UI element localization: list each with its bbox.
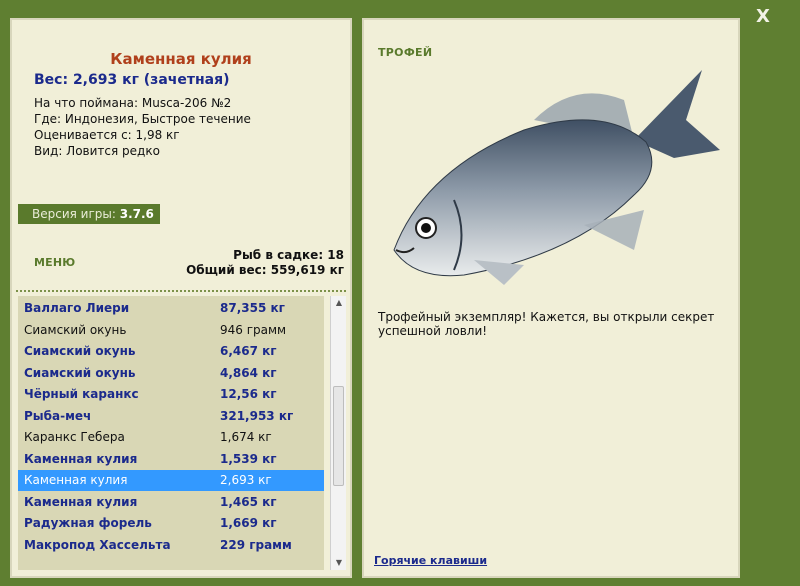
menu-button[interactable]: МЕНЮ: [34, 256, 75, 269]
catch-item-name: Каранкс Гебера: [24, 430, 125, 444]
catch-item-name: Сиамский окунь: [24, 365, 136, 380]
catch-item-weight: 12,56 кг: [220, 387, 277, 401]
catch-item-name: Сиамский окунь: [24, 344, 136, 358]
catch-item-weight: 1,465 кг: [220, 494, 277, 509]
catch-item-name: Валлаго Лиери: [24, 301, 130, 315]
catch-list-item[interactable]: Радужная форель 1,669 кг: [18, 513, 324, 534]
keep-stats: Рыб в садке: 18 Общий вес: 559,619 кг: [186, 248, 344, 278]
version-label: Версия игры:: [32, 207, 116, 221]
location-info: Где: Индонезия, Быстрое течение: [34, 112, 251, 126]
catch-item-name: Сиамский окунь: [24, 322, 127, 337]
fish-info-panel: Каменная кулия Вес: 2,693 кг (зачетная) …: [10, 18, 352, 578]
catch-item-weight: 946 грамм: [220, 322, 287, 337]
caught-on-info: На что поймана: Musca-206 №2: [34, 96, 232, 110]
divider: [16, 290, 346, 292]
catch-list-item[interactable]: Сиамский окунь 6,467 кг: [18, 341, 324, 362]
catch-item-weight: 229 грамм: [220, 537, 292, 552]
catch-list-item[interactable]: Сиамский окунь 946 грамм: [18, 320, 324, 341]
catch-item-name: Чёрный каранкс: [24, 387, 139, 401]
catch-item-weight: 1,674 кг: [220, 430, 272, 444]
catch-list-item[interactable]: Сиамский окунь 4,864 кг: [18, 363, 324, 384]
catch-item-weight: 321,953 кг: [220, 408, 294, 423]
scroll-up-icon[interactable]: ▲: [331, 296, 347, 310]
scroll-thumb[interactable]: [333, 386, 344, 486]
rarity-info: Вид: Ловится редко: [34, 144, 160, 158]
catch-item-weight: 6,467 кг: [220, 344, 277, 358]
catch-list-scrollbar[interactable]: ▲ ▼: [330, 296, 346, 570]
close-button[interactable]: X: [752, 6, 774, 28]
catch-item-weight: 1,539 кг: [220, 451, 277, 466]
fish-picture-icon: [393, 70, 720, 285]
fish-weight: Вес: 2,693 кг (зачетная): [34, 72, 230, 88]
catch-item-name: Радужная форель: [24, 516, 152, 530]
catch-list-item[interactable]: Каменная кулия 2,693 кг: [18, 470, 324, 491]
fish-count: Рыб в садке: 18: [233, 248, 344, 262]
catch-item-weight: 87,355 кг: [220, 301, 285, 315]
catch-item-name: Рыба-меч: [24, 408, 92, 423]
catch-item-name: Каменная кулия: [24, 494, 138, 509]
catch-item-name: Каменная кулия: [24, 451, 138, 466]
scroll-down-icon[interactable]: ▼: [331, 556, 347, 570]
game-window: X Каменная кулия Вес: 2,693 кг (зачетная…: [0, 0, 800, 586]
version-number: 3.7.6: [119, 207, 154, 221]
trophy-description: Трофейный экземпляр! Кажется, вы открыли…: [378, 310, 715, 338]
catch-item-name: Макропод Хассельта: [24, 537, 171, 552]
total-weight: Общий вес: 559,619 кг: [186, 263, 344, 277]
catch-item-weight: 2,693 кг: [220, 473, 272, 487]
catch-item-weight: 4,864 кг: [220, 365, 277, 380]
catch-list-item[interactable]: Каменная кулия 1,465 кг: [18, 492, 324, 513]
trophy-panel: ТРОФЕЙ Трофейный экземпляр! Кажется, вы …: [362, 18, 740, 578]
value-info: Оценивается с: 1,98 кг: [34, 128, 180, 142]
catch-item-name: Каменная кулия: [24, 473, 128, 487]
catch-list[interactable]: Валлаго Лиери 87,355 кг Сиамский окунь 946 …: [18, 296, 324, 570]
catch-list-item[interactable]: Рыба-меч 321,953 кг: [18, 406, 324, 427]
catch-list-item[interactable]: Чёрный каранкс 12,56 кг: [18, 384, 324, 405]
catch-list-item[interactable]: Каменная кулия 1,539 кг: [18, 449, 324, 470]
catch-list-item[interactable]: Каранкс Гебера 1,674 кг: [18, 427, 324, 448]
catch-list-item[interactable]: Валлаго Лиери 87,355 кг: [18, 298, 324, 319]
catch-list-item[interactable]: Макропод Хассельта 229 грамм: [18, 535, 324, 556]
hotkeys-link[interactable]: Горячие клавиши: [374, 554, 487, 567]
catch-item-weight: 1,669 кг: [220, 516, 277, 530]
version-bar: Версия игры: 3.7.6: [18, 204, 160, 224]
trophy-title: ТРОФЕЙ: [378, 46, 433, 59]
fish-name-title: Каменная кулия: [110, 50, 252, 68]
